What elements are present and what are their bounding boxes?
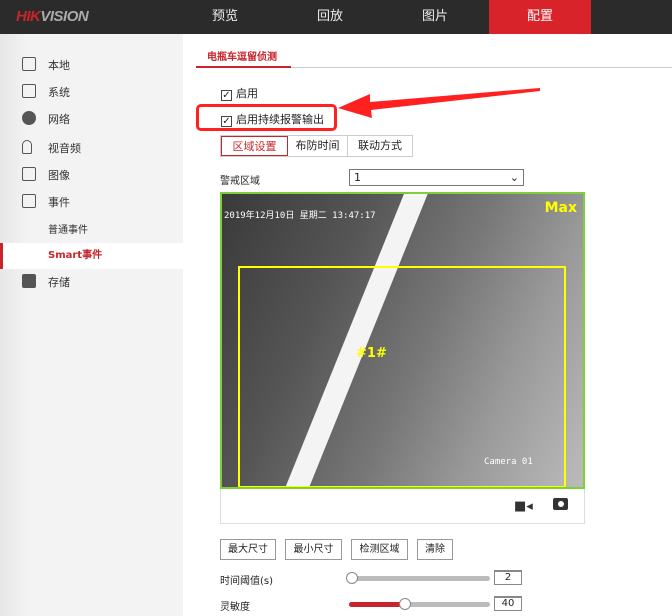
region-id-label: #1# bbox=[356, 346, 387, 361]
enable-checkbox[interactable]: ✓ 启用 bbox=[221, 85, 258, 101]
sidebar-item-event[interactable]: 事件 bbox=[22, 193, 70, 213]
sidebar-item-basic-event[interactable]: 普通事件 bbox=[0, 218, 183, 244]
sub-tab-linkage[interactable]: 联动方式 bbox=[348, 136, 412, 156]
slider-handle[interactable] bbox=[345, 572, 358, 584]
event-icon bbox=[22, 194, 36, 208]
sub-tab-arming-schedule[interactable]: 布防时间 bbox=[288, 136, 348, 156]
nav-configuration[interactable]: 配置 bbox=[489, 0, 591, 34]
region-select[interactable]: 1 ⌄ bbox=[349, 169, 524, 186]
globe-icon bbox=[22, 111, 36, 125]
sidebar-item-system[interactable]: 系统 bbox=[22, 83, 70, 103]
nav-preview[interactable]: 预览 bbox=[174, 0, 276, 34]
nav-picture[interactable]: 图片 bbox=[384, 0, 486, 34]
sensitivity-label: 灵敏度 bbox=[220, 602, 250, 613]
max-label: Max bbox=[544, 200, 577, 216]
nav-playback[interactable]: 回放 bbox=[279, 0, 381, 34]
annotation-arrow-icon bbox=[338, 88, 540, 118]
microphone-icon bbox=[22, 140, 32, 154]
top-bar: HIKVISION 预览 回放 图片 配置 bbox=[0, 0, 672, 34]
sidebar-item-storage[interactable]: 存储 bbox=[22, 273, 70, 293]
sidebar-item-video-audio[interactable]: 视音频 bbox=[22, 139, 81, 159]
annotation-highlight-box bbox=[196, 104, 337, 131]
clear-button[interactable]: 清除 bbox=[417, 539, 453, 560]
checkbox-checked-icon: ✓ bbox=[221, 90, 232, 101]
tab-ebike-loitering[interactable]: 电瓶车逗留侦测 bbox=[196, 48, 291, 68]
camera-snapshot-icon[interactable] bbox=[553, 498, 568, 510]
chevron-down-icon: ⌄ bbox=[509, 171, 519, 184]
slider-fill bbox=[349, 602, 406, 607]
sensitivity-input[interactable]: 40 bbox=[494, 596, 522, 611]
sidebar-item-local[interactable]: 本地 bbox=[22, 56, 70, 76]
sidebar-item-smart-event[interactable]: Smart事件 bbox=[0, 243, 183, 269]
time-threshold-label: 时间阈值(s) bbox=[220, 576, 274, 587]
camera-name: Camera 01 bbox=[484, 457, 533, 467]
sub-tabs: 区域设置 布防时间 联动方式 bbox=[220, 135, 413, 157]
monitor-icon bbox=[22, 57, 36, 71]
image-icon bbox=[22, 167, 36, 181]
slider-handle[interactable] bbox=[399, 598, 412, 610]
sidebar-item-network[interactable]: 网络 bbox=[22, 110, 70, 130]
video-timestamp: 2019年12月10日 星期二 13:47:17 bbox=[224, 211, 376, 221]
video-canvas[interactable]: 2019年12月10日 星期二 13:47:17 Max #1# Camera … bbox=[220, 192, 585, 489]
record-icon[interactable]: ■◂ bbox=[514, 499, 533, 514]
min-size-button[interactable]: 最小尺寸 bbox=[285, 539, 342, 560]
detect-area-button[interactable]: 检测区域 bbox=[351, 539, 408, 560]
max-size-button[interactable]: 最大尺寸 bbox=[220, 539, 276, 560]
sensitivity-slider[interactable] bbox=[349, 598, 490, 610]
region-label: 警戒区域 bbox=[220, 176, 260, 187]
sub-tab-area-settings[interactable]: 区域设置 bbox=[221, 136, 288, 156]
detection-region[interactable] bbox=[238, 266, 566, 487]
time-threshold-input[interactable]: 2 bbox=[494, 570, 522, 585]
hikvision-logo: HIKVISION bbox=[16, 8, 89, 25]
sidebar: 本地 系统 网络 视音频 图像 事件 普通事件 Smart事件 存储 bbox=[0, 34, 183, 616]
storage-icon bbox=[22, 274, 36, 288]
sidebar-item-image[interactable]: 图像 bbox=[22, 166, 70, 186]
system-icon bbox=[22, 84, 36, 98]
time-threshold-slider[interactable] bbox=[345, 572, 490, 584]
